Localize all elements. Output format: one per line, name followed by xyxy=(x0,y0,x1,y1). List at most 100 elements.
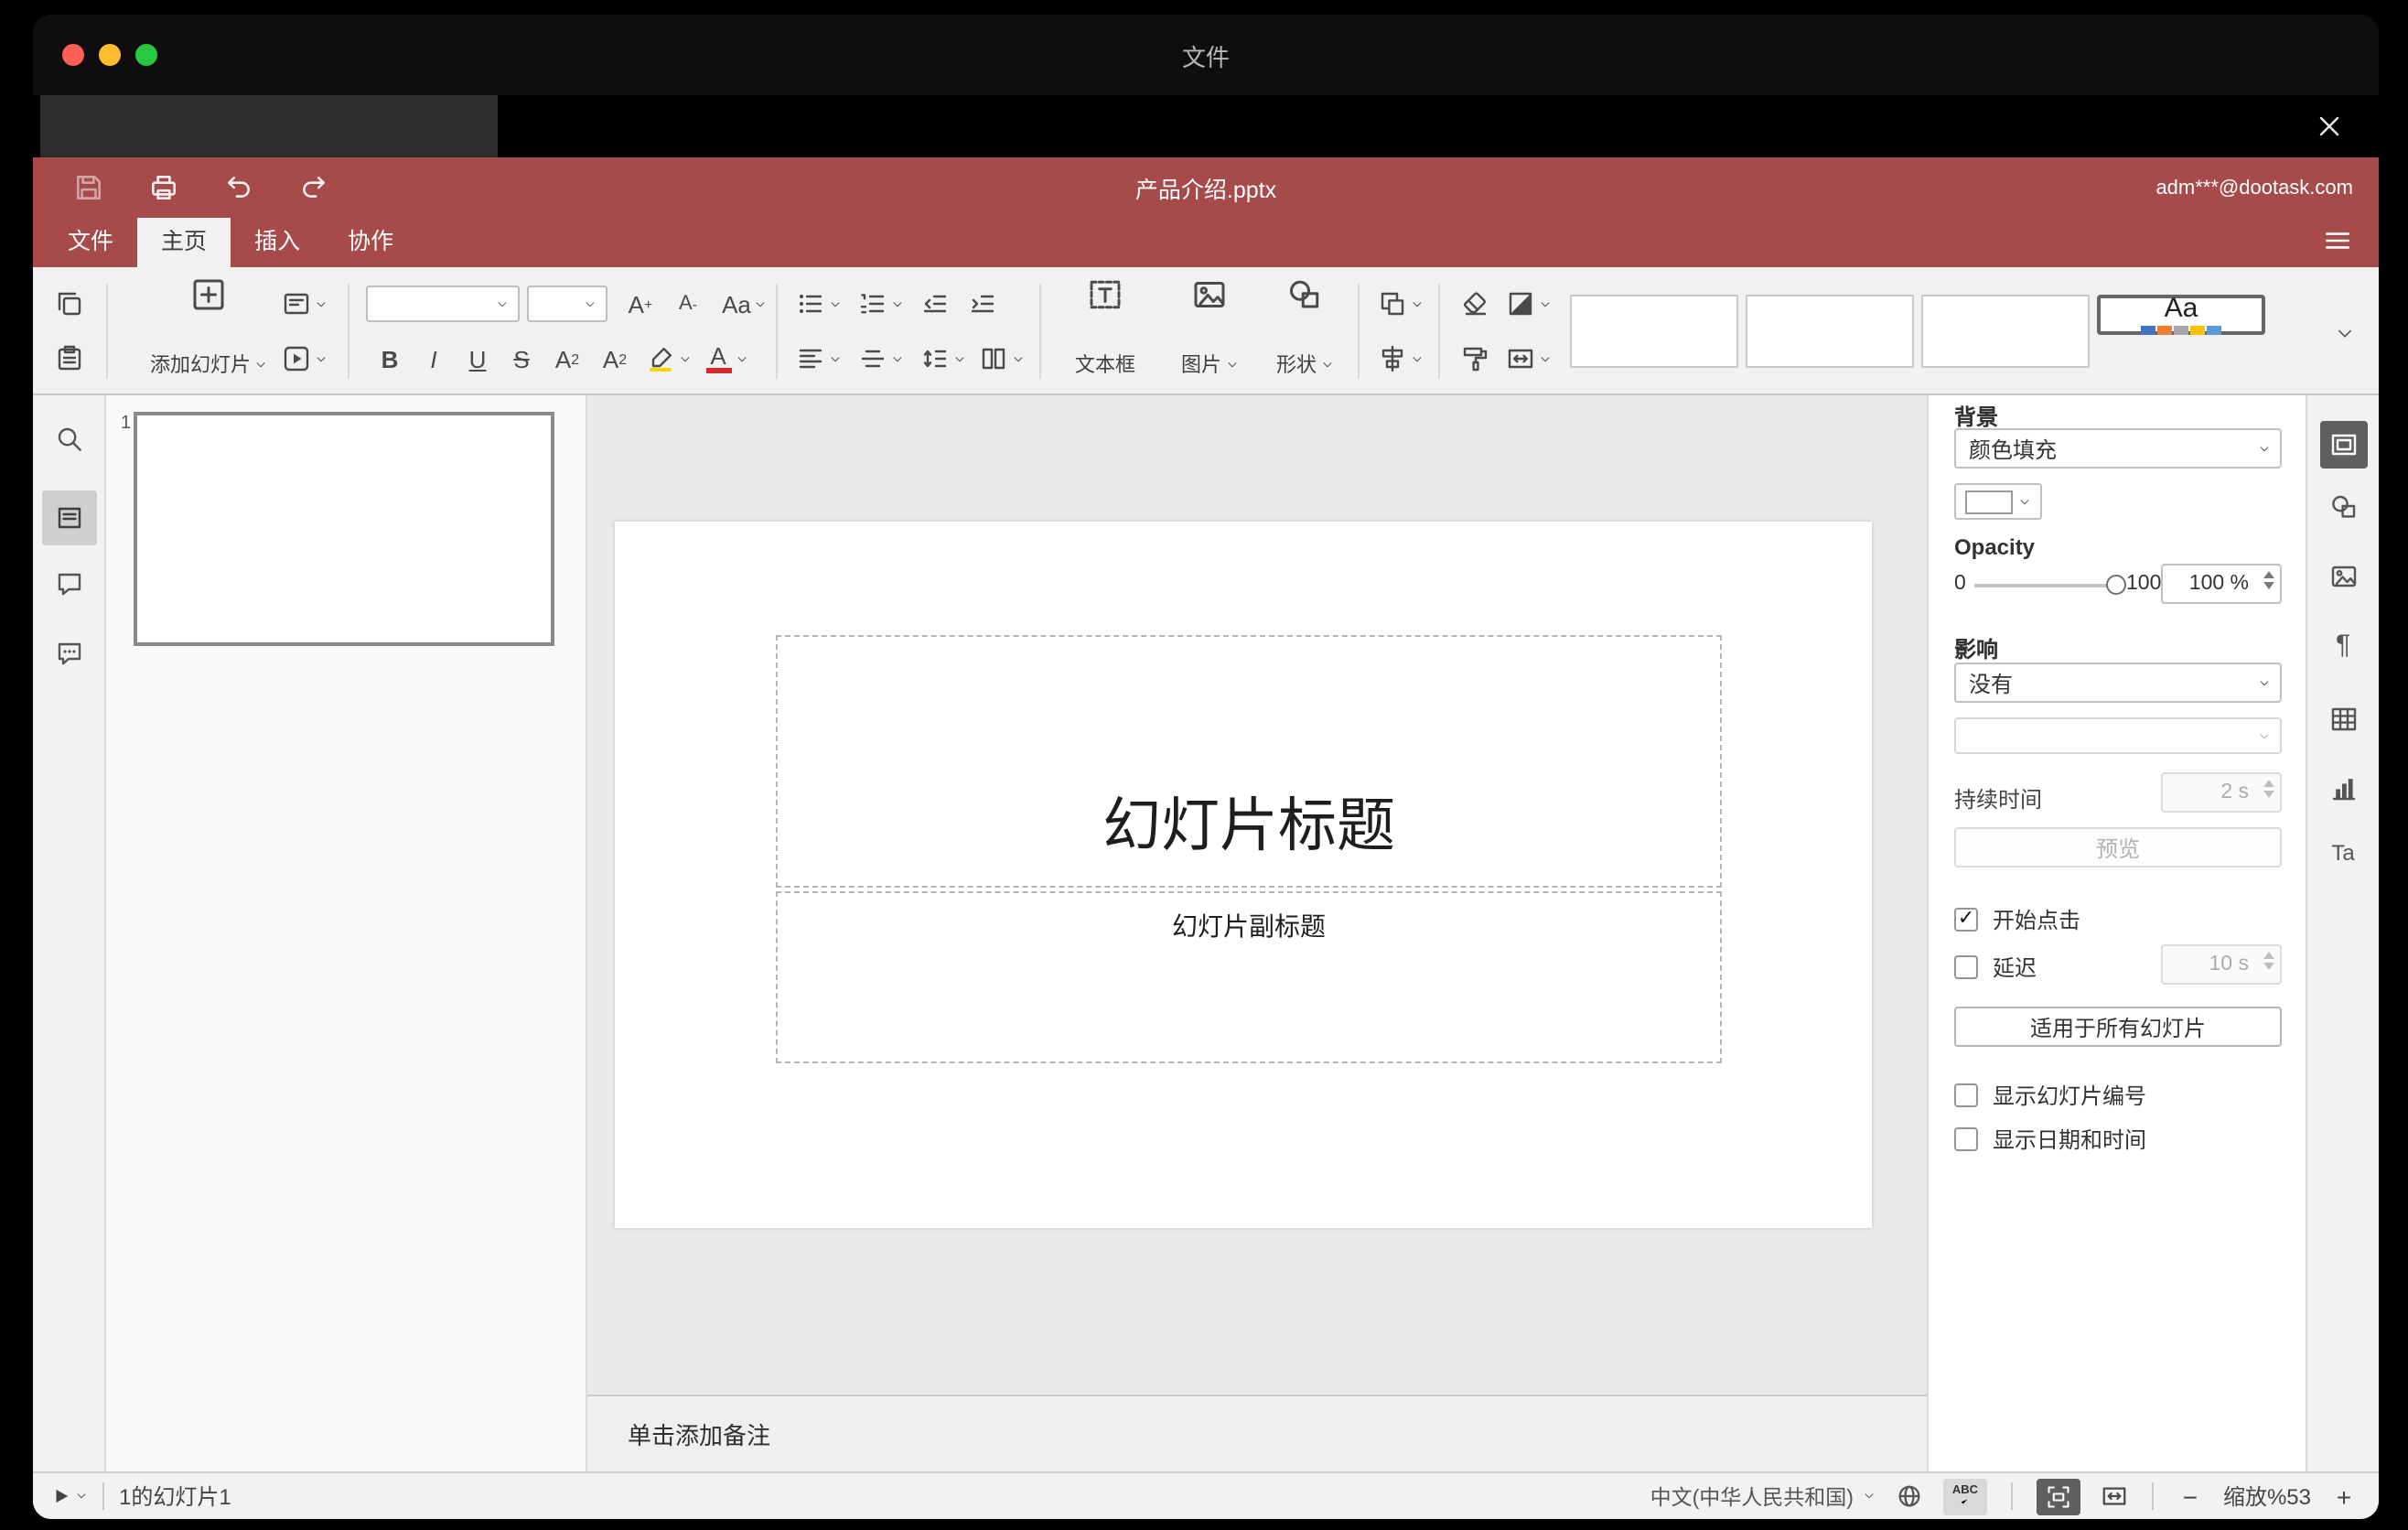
show-date-time-checkbox[interactable] xyxy=(1954,1127,1978,1151)
slideshow-play-icon xyxy=(281,344,310,373)
effect-type-select[interactable] xyxy=(1954,717,2282,754)
theme-option-1[interactable] xyxy=(1570,295,1738,368)
horizontal-align-button[interactable] xyxy=(790,337,845,381)
comments-button[interactable] xyxy=(54,569,83,598)
theme-option-2[interactable] xyxy=(1746,295,1914,368)
numbering-button[interactable] xyxy=(853,282,908,326)
feedback-button[interactable] xyxy=(54,639,83,668)
font-family-select[interactable] xyxy=(366,286,520,322)
hamburger-menu-button[interactable] xyxy=(2322,225,2353,256)
increase-font-button[interactable]: A + xyxy=(618,282,662,326)
textart-settings-tab[interactable]: Ta xyxy=(2331,840,2354,866)
slide-thumbnail-1[interactable] xyxy=(134,412,554,646)
title-placeholder[interactable]: 幻灯片标题 xyxy=(776,635,1722,888)
start-slideshow-statusbar-button[interactable] xyxy=(51,1486,71,1506)
opacity-slider-knob[interactable] xyxy=(2106,575,2126,595)
tab-home[interactable]: 主页 xyxy=(137,218,231,267)
copy-style-button[interactable] xyxy=(1453,337,1497,381)
zoom-in-button[interactable]: + xyxy=(2331,1482,2357,1511)
slide-canvas[interactable]: 幻灯片标题 幻灯片副标题 xyxy=(587,395,1927,1395)
change-case-button[interactable]: Aa xyxy=(714,282,776,326)
apply-to-all-slides-button[interactable]: 适用于所有幻灯片 xyxy=(1954,1007,2282,1047)
chevron-down-icon xyxy=(678,352,691,365)
tab-insert[interactable]: 插入 xyxy=(231,218,324,267)
insert-textbox-button[interactable]: 文本框 xyxy=(1054,276,1156,386)
chevron-down-icon[interactable] xyxy=(75,1490,88,1503)
chevron-down-icon xyxy=(828,297,841,310)
window-close-button[interactable] xyxy=(62,44,84,66)
spell-check-button[interactable]: ABC xyxy=(1942,1478,1987,1514)
start-on-click-checkbox[interactable]: ✓ xyxy=(1954,908,1978,932)
slide-editing-surface[interactable]: 幻灯片标题 幻灯片副标题 xyxy=(615,522,1872,1228)
fit-to-slide-button[interactable] xyxy=(2036,1478,2080,1514)
window-minimize-button[interactable] xyxy=(99,44,121,66)
theme-gallery-expand-button[interactable] xyxy=(2324,311,2364,355)
italic-button[interactable]: I xyxy=(414,337,454,381)
insert-shape-button[interactable]: 形状 xyxy=(1259,276,1350,386)
close-icon xyxy=(2315,112,2344,141)
slides-panel-button[interactable] xyxy=(42,490,97,545)
fit-to-width-button[interactable] xyxy=(2101,1482,2128,1510)
opacity-spinner[interactable]: 100 % xyxy=(2161,564,2282,604)
color-scheme-button[interactable] xyxy=(1500,282,1555,326)
set-document-language-button[interactable] xyxy=(1896,1482,1923,1510)
insert-image-button[interactable]: 图片 xyxy=(1164,276,1255,386)
show-slide-number-checkbox[interactable] xyxy=(1954,1083,1978,1107)
language-selector[interactable]: 中文(中华人民共和国) xyxy=(1650,1482,1876,1511)
theme-option-3[interactable] xyxy=(1921,295,2090,368)
align-left-icon xyxy=(795,344,824,373)
opacity-slider[interactable] xyxy=(1974,584,2119,587)
subtitle-placeholder[interactable]: 幻灯片副标题 xyxy=(776,891,1722,1063)
theme-option-selected[interactable]: Aa xyxy=(2097,295,2265,335)
delay-row: 延迟 xyxy=(1954,952,2037,983)
slide-layout-button[interactable] xyxy=(274,282,333,326)
redo-button[interactable] xyxy=(298,172,329,203)
subscript-button[interactable]: A2 xyxy=(593,337,637,381)
font-color-button[interactable]: A xyxy=(699,337,754,381)
print-button[interactable] xyxy=(148,172,179,203)
save-button[interactable] xyxy=(73,172,104,203)
slide-settings-tab[interactable] xyxy=(2320,421,2368,469)
undo-button[interactable] xyxy=(223,172,254,203)
superscript-button[interactable]: A2 xyxy=(545,337,589,381)
decrease-font-button[interactable]: A- xyxy=(666,282,710,326)
notes-area[interactable]: 单击添加备注 xyxy=(587,1395,1927,1471)
paragraph-settings-tab[interactable]: ¶ xyxy=(2336,630,2350,661)
paste-button[interactable] xyxy=(48,337,91,381)
modal-close-button[interactable] xyxy=(2313,110,2346,143)
increase-indent-button[interactable] xyxy=(962,282,1003,326)
bold-button[interactable]: B xyxy=(370,337,410,381)
tab-collaboration[interactable]: 协作 xyxy=(324,218,417,267)
decrease-indent-button[interactable] xyxy=(915,282,955,326)
align-shapes-button[interactable] xyxy=(1372,337,1427,381)
tab-file[interactable]: 文件 xyxy=(44,218,137,267)
search-button[interactable] xyxy=(54,425,83,454)
columns-button[interactable] xyxy=(973,337,1028,381)
start-slideshow-button[interactable] xyxy=(274,337,333,381)
background-color-select[interactable] xyxy=(1954,483,2042,520)
strikethrough-button[interactable]: S xyxy=(501,337,542,381)
add-slide-button[interactable]: 添加幻灯片 xyxy=(121,276,296,386)
table-settings-tab[interactable] xyxy=(2328,705,2358,734)
window-zoom-button[interactable] xyxy=(135,44,157,66)
arrange-shapes-button[interactable] xyxy=(1372,282,1427,326)
clear-style-button[interactable] xyxy=(1453,282,1497,326)
slide-size-button[interactable] xyxy=(1500,337,1555,381)
copy-button[interactable] xyxy=(48,282,91,326)
zoom-level[interactable]: 缩放%53 xyxy=(2223,1481,2311,1512)
spinner-arrows-icon[interactable] xyxy=(2263,571,2274,589)
underline-button[interactable]: U xyxy=(457,337,498,381)
delay-checkbox[interactable] xyxy=(1954,955,1978,979)
shape-settings-tab[interactable] xyxy=(2328,492,2358,522)
highlight-color-button[interactable] xyxy=(640,337,695,381)
vertical-align-button[interactable] xyxy=(853,337,908,381)
chart-settings-tab[interactable] xyxy=(2328,774,2358,803)
background-fill-select[interactable]: 颜色填充 xyxy=(1954,428,2282,469)
bullets-button[interactable] xyxy=(790,282,845,326)
image-settings-tab[interactable] xyxy=(2328,562,2358,591)
line-spacing-button[interactable] xyxy=(915,337,970,381)
user-email: adm***@dootask.com xyxy=(2155,177,2353,199)
effect-select[interactable]: 没有 xyxy=(1954,663,2282,703)
font-size-select[interactable] xyxy=(527,286,607,322)
zoom-out-button[interactable]: − xyxy=(2177,1482,2203,1511)
